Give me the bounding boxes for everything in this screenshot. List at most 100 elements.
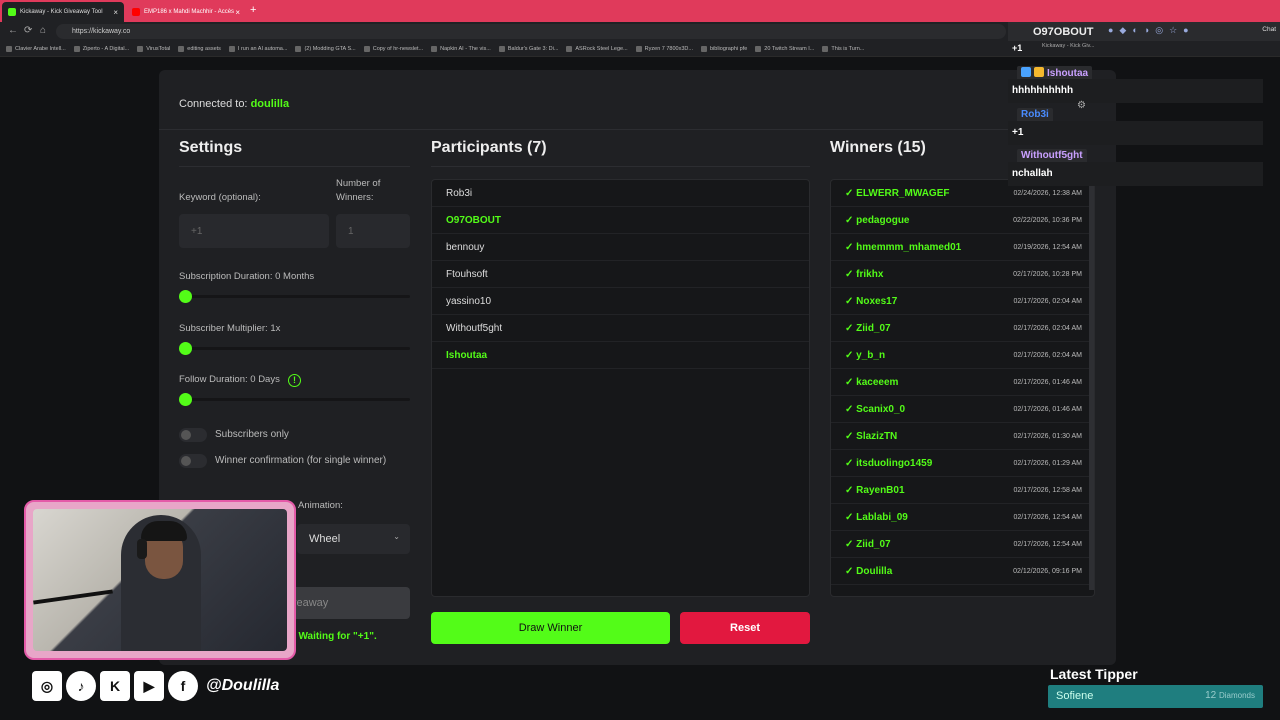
info-icon[interactable]: ! [288,374,301,387]
latest-tipper-bar: Sofiene 12 Diamonds [1048,685,1263,708]
chat-header-username: O97OBOUT [1033,26,1094,38]
browser-tab-kickaway[interactable]: Kickaway - Kick Giveaway Tool × [2,2,124,22]
bookmark[interactable]: bibliographi pfe [701,46,747,52]
bookmark[interactable]: Napkin AI - The vis... [431,46,491,52]
draw-winner-button[interactable]: Draw Winner [431,612,670,644]
reload-icon[interactable]: ⟳ [24,25,32,36]
subscriber-badge-icon [1034,67,1044,77]
participant-row: Rob3i [432,180,809,207]
url-field[interactable]: https://kickaway.co [56,24,1006,39]
chat-message-text: hhhhhhhhhh [1008,79,1263,103]
winner-date: 02/17/2026, 01:46 AM [1013,405,1083,413]
tiktok-icon: ♪ [66,671,96,701]
winners-title: Winners (15) [830,139,926,156]
winner-row: ✓ SlazizTN 02/17/2026, 01:30 AM [831,423,1094,450]
winner-row: ✓ Scanix0_0 02/17/2026, 01:46 AM [831,396,1094,423]
winner-name: ✓ RayenB01 [845,484,905,496]
chat-button[interactable]: Chat [1262,26,1276,33]
winners-scrollbar[interactable] [1089,180,1094,590]
winner-row: ✓ Noxes17 02/17/2026, 02:04 AM [831,288,1094,315]
winner-date: 02/17/2026, 02:04 AM [1013,351,1083,359]
winner-date: 02/17/2026, 02:04 AM [1013,297,1083,305]
participants-title: Participants (7) [431,139,547,156]
close-tab-icon[interactable]: × [235,8,240,17]
bookmark[interactable]: Baldur's Gate 3: Di... [499,46,559,52]
divider [179,166,410,167]
winner-name: ✓ frikhx [845,268,884,280]
sub-multiplier-slider[interactable] [179,342,410,355]
bookmark[interactable]: Copy of hr-newslet... [364,46,423,52]
keyword-label: Keyword (optional): [179,192,261,203]
chat-message-text: nchallah [1008,162,1263,186]
follow-duration-label: Follow Duration: 0 Days [179,374,280,385]
bookmark[interactable]: Ryzen 7 7800x3D... [636,46,693,52]
bookmark[interactable]: ASRock Steel Lege... [566,46,627,52]
streamer-hair [141,521,187,541]
bookmark[interactable]: Clavier Arabe Intell... [6,46,66,52]
new-tab-icon[interactable]: + [250,4,256,16]
webcam-frame [24,500,296,660]
winner-name: ✓ y_b_n [845,349,886,361]
follow-duration-slider[interactable] [179,393,410,406]
browser-tab-bar: Kickaway - Kick Giveaway Tool × EMP186 x… [0,0,1280,22]
winner-row: ✓ Ziid_07 02/17/2026, 12:54 AM [831,531,1094,558]
latest-tipper-title: Latest Tipper [1050,666,1138,682]
winner-date: 02/19/2026, 12:54 AM [1013,243,1083,251]
chat-tab-label: Kickaway - Kick Giv... [1042,43,1095,49]
winner-date: 02/17/2026, 01:46 AM [1013,378,1083,386]
winner-date: 02/17/2026, 12:54 AM [1013,540,1083,548]
winner-row: ✓ Doulilla 02/12/2026, 09:16 PM [831,558,1094,585]
winners-count-input[interactable]: 1 [336,214,410,248]
browser-tab-youtube[interactable]: EMP186 x Mahdi Machhir - Accès × [126,2,246,22]
winner-date: 02/17/2026, 01:30 AM [1013,432,1083,440]
bookmark[interactable]: 20 Twitch Stream I... [755,46,814,52]
keyword-input[interactable]: +1 [179,214,329,248]
participant-row: Withoutf5ght [432,315,809,342]
back-icon[interactable]: ← [8,25,18,36]
winner-date: 02/17/2026, 01:29 AM [1013,459,1083,467]
bookmark[interactable]: editing assets [178,46,221,52]
bookmark[interactable]: Ziperto - A Digital... [74,46,129,52]
participants-list: Rob3i O97OBOUT bennouy Ftouhsoft yassino… [431,179,810,597]
slider-handle[interactable] [179,393,192,406]
bookmark[interactable]: I run an AI automa... [229,46,288,52]
winner-confirmation-label: Winner confirmation (for single winner) [215,455,387,466]
bookmark[interactable]: (2) Modding GTA S... [295,46,355,52]
chat-message-text: +1 [1012,43,1023,53]
connected-label: Connected to: [179,98,248,110]
participant-row: O97OBOUT [432,207,809,234]
slider-handle[interactable] [179,342,192,355]
social-bar: ◎ ♪ K ▶ f @Doulilla [32,670,279,702]
winner-confirmation-toggle[interactable] [179,454,207,468]
winner-row: ✓ y_b_n 02/17/2026, 02:04 AM [831,342,1094,369]
chat-username-text: Ishoutaa [1047,68,1089,79]
winner-name: ✓ Doulilla [845,565,893,577]
winner-name: ✓ Ziid_07 [845,322,891,334]
animation-label: Animation: [298,500,343,511]
bookmark[interactable]: VirusTotal [137,46,170,52]
close-tab-icon[interactable]: × [113,8,118,17]
winner-name: ✓ Lablabi_09 [845,511,908,523]
facebook-icon: f [168,671,198,701]
winner-row: ✓ RayenB01 02/17/2026, 12:58 AM [831,477,1094,504]
winners-list: ✓ ELWERR_MWAGEF 02/24/2026, 12:38 AM ✓ pe… [830,179,1095,597]
slider-handle[interactable] [179,290,192,303]
extension-icons[interactable]: ●◆◐◑◎☆● [1108,25,1195,36]
headphones [137,539,147,559]
divider [431,166,810,167]
bookmark[interactable]: This is Turn... [822,46,864,52]
winner-row: ✓ hmemmm_mhamed01 02/19/2026, 12:54 AM [831,234,1094,261]
home-icon[interactable]: ⌂ [40,25,46,36]
animation-select[interactable]: Wheel ⌄ [297,524,410,554]
winner-date: 02/22/2026, 10:36 PM [1013,216,1082,224]
kick-icon: K [100,671,130,701]
subscribers-only-toggle[interactable] [179,428,207,442]
winners-count-label-line1: Number of [336,178,381,189]
gear-icon[interactable]: ⚙ [1077,100,1086,111]
social-handle: @Doulilla [206,677,280,694]
winner-name: ✓ ELWERR_MWAGEF [845,187,950,199]
moderator-badge-icon [1021,67,1031,77]
sub-duration-slider[interactable] [179,290,410,303]
tab-label: EMP186 x Mahdi Machhir - Accès [144,9,235,15]
reset-button[interactable]: Reset [680,612,810,644]
